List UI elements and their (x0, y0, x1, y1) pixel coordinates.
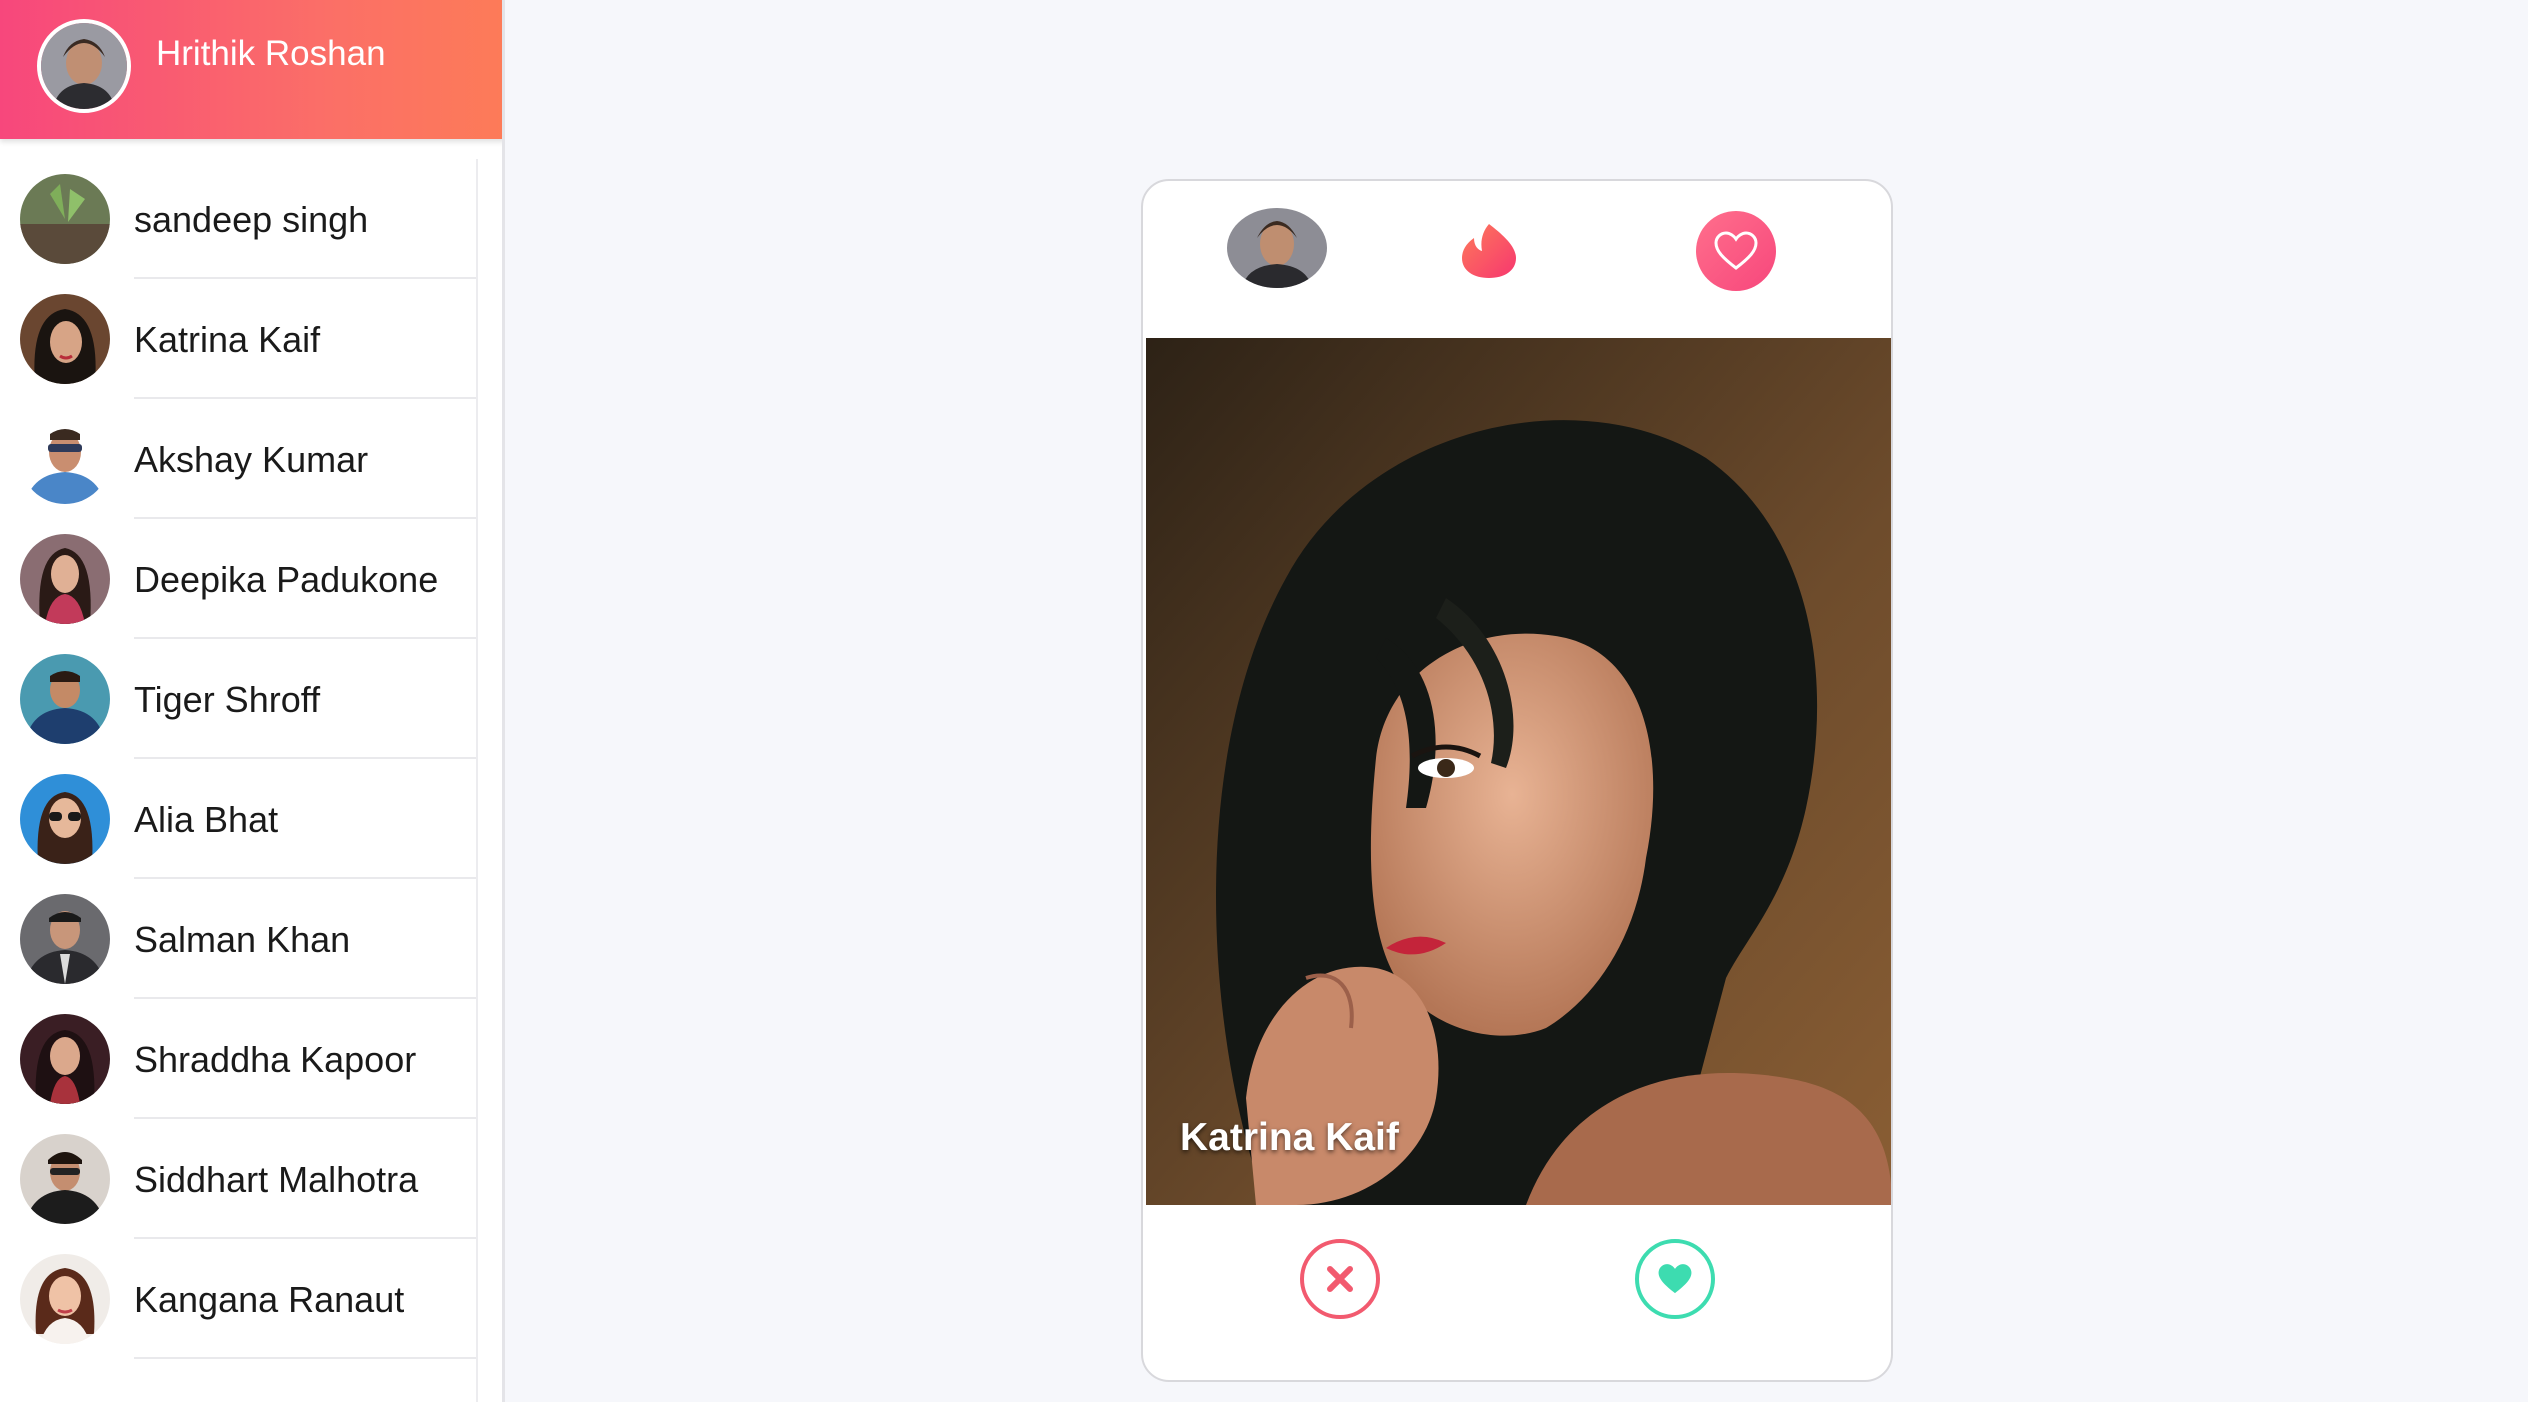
heart-icon (1658, 1264, 1692, 1294)
contact-item[interactable]: Kangana Ranaut (0, 1239, 476, 1359)
profile-name: Hrithik Roshan (156, 34, 386, 73)
contact-avatar (20, 894, 110, 984)
contact-item[interactable]: Katrina Kaif (0, 279, 476, 399)
contact-avatar (20, 534, 110, 624)
contact-avatar (20, 174, 110, 264)
contact-name: Deepika Padukone (134, 559, 439, 600)
profile-header[interactable]: Hrithik Roshan (0, 0, 502, 139)
contact-item[interactable]: Alia Bhat (0, 759, 476, 879)
contact-name: sandeep singh (134, 199, 369, 240)
flame-icon[interactable] (1458, 222, 1520, 280)
matches-button[interactable] (1696, 211, 1776, 291)
user-avatar[interactable] (1227, 208, 1327, 288)
contact-name: Kangana Ranaut (134, 1279, 405, 1320)
contact-avatar (20, 1254, 110, 1344)
like-button[interactable] (1635, 1239, 1715, 1319)
heart-icon (1714, 231, 1758, 270)
contact-avatar (20, 1134, 110, 1224)
contact-name: Akshay Kumar (134, 439, 369, 480)
contact-avatar (20, 1014, 110, 1104)
contact-name: Alia Bhat (134, 799, 279, 840)
contact-item[interactable]: sandeep singh (0, 159, 476, 279)
close-icon (1327, 1266, 1353, 1292)
contact-item[interactable]: Salman Khan (0, 879, 476, 999)
contact-list: sandeep singh Katrina Kaif Akshay Kumar … (0, 159, 478, 1402)
sidebar: Hrithik Roshan sandeep singh Katrina Kai… (0, 0, 505, 1402)
contact-item[interactable]: Tiger Shroff (0, 639, 476, 759)
contact-avatar (20, 294, 110, 384)
contact-item[interactable]: Shraddha Kapoor (0, 999, 476, 1119)
contact-name: Katrina Kaif (134, 319, 321, 360)
divider (134, 1357, 476, 1359)
profile-card: Katrina Kaif (1141, 179, 1893, 1382)
contact-avatar (20, 654, 110, 744)
contact-name: Shraddha Kapoor (134, 1039, 417, 1080)
contact-item[interactable]: Siddhart Malhotra (0, 1119, 476, 1239)
profile-photo[interactable]: Katrina Kaif (1146, 338, 1891, 1205)
contact-avatar (20, 774, 110, 864)
contact-avatar (20, 414, 110, 504)
dislike-button[interactable] (1300, 1239, 1380, 1319)
profile-photo-name: Katrina Kaif (1180, 1116, 1399, 1159)
contact-name: Siddhart Malhotra (134, 1159, 419, 1200)
contact-item[interactable]: Deepika Padukone (0, 519, 476, 639)
profile-avatar[interactable] (37, 19, 131, 113)
contact-name: Tiger Shroff (134, 679, 321, 720)
contact-name: Salman Khan (134, 919, 351, 960)
contact-item[interactable]: Akshay Kumar (0, 399, 476, 519)
